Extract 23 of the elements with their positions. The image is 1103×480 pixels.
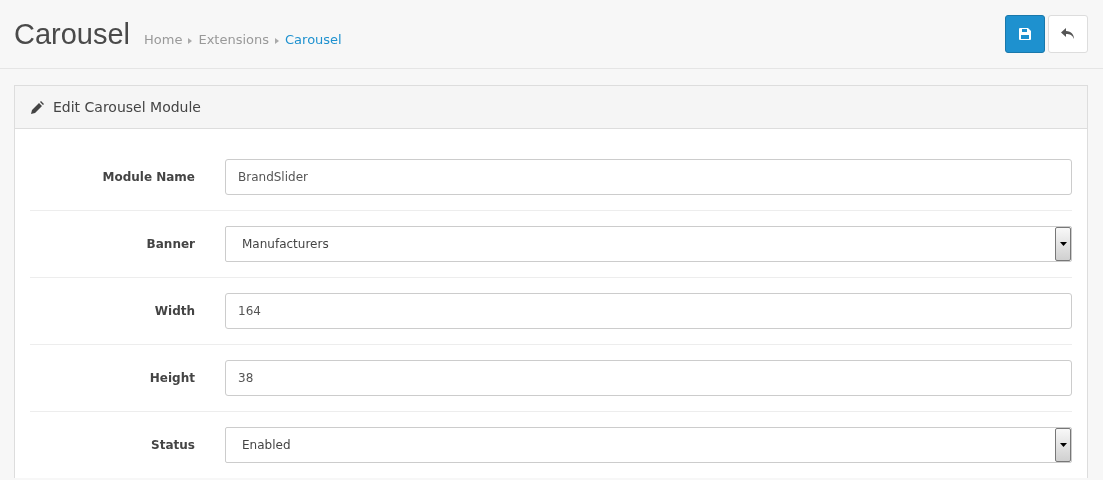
reply-icon	[1061, 28, 1075, 40]
caret-icon	[1059, 443, 1067, 447]
save-button[interactable]	[1005, 15, 1045, 53]
select-field[interactable]: Enabled	[225, 427, 1072, 463]
field-label: Height	[148, 371, 195, 385]
select-field[interactable]: Manufacturers	[225, 226, 1072, 262]
input-field[interactable]: BrandSlider	[225, 159, 1072, 195]
input-field[interactable]: 38	[225, 360, 1072, 396]
input-field[interactable]: 164	[225, 293, 1072, 329]
page-title: Carousel	[14, 17, 131, 51]
pencil-icon	[31, 100, 44, 114]
dropdown-button[interactable]	[1055, 428, 1071, 462]
save-icon	[1019, 28, 1031, 40]
chevron-icon	[188, 37, 193, 44]
panel-title: Edit Carousel Module	[53, 99, 201, 115]
dropdown-button[interactable]	[1055, 227, 1071, 261]
back-button[interactable]	[1048, 15, 1088, 53]
field-label: Module Name	[101, 170, 195, 184]
field-label: Banner	[145, 237, 195, 251]
field-label: Status	[150, 438, 195, 452]
field-label: Width	[153, 304, 195, 318]
caret-icon	[1059, 242, 1067, 246]
chevron-icon	[275, 37, 280, 44]
